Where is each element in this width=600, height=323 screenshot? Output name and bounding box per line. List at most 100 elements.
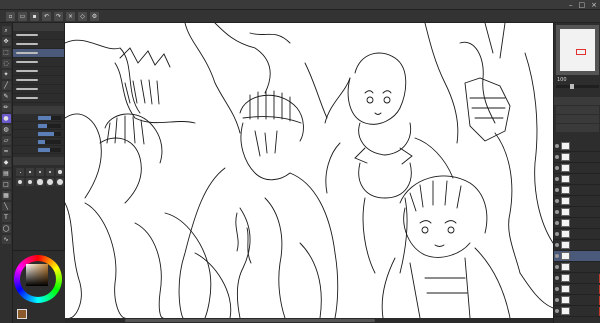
- layer-row[interactable]: [554, 141, 600, 152]
- layer-row[interactable]: [554, 163, 600, 174]
- minimize-button[interactable]: –: [569, 1, 573, 9]
- brush-size-preset[interactable]: [46, 168, 54, 176]
- navigator-viewport-frame[interactable]: [576, 49, 586, 55]
- ruler-tool-icon[interactable]: ╲: [1, 202, 11, 211]
- visibility-eye-icon[interactable]: [555, 298, 559, 302]
- blend-tool-icon[interactable]: ≈: [1, 147, 11, 156]
- undo-icon[interactable]: ↶: [42, 11, 51, 21]
- property-slider[interactable]: [38, 123, 61, 128]
- visibility-eye-icon[interactable]: [555, 232, 559, 236]
- layer-row[interactable]: [554, 262, 600, 273]
- navigator-panel[interactable]: [556, 25, 599, 75]
- property-slider[interactable]: [38, 147, 61, 152]
- eraser-tool-icon[interactable]: ▱: [1, 136, 11, 145]
- pen-tool-icon[interactable]: ✎: [1, 92, 11, 101]
- layer-row[interactable]: [554, 196, 600, 207]
- brush-size-preset[interactable]: [36, 168, 44, 176]
- pencil-tool-icon[interactable]: ✏: [1, 103, 11, 112]
- brush-item[interactable]: [13, 49, 64, 58]
- visibility-eye-icon[interactable]: [555, 144, 559, 148]
- clear-icon[interactable]: ×: [66, 11, 75, 21]
- layer-row[interactable]: [554, 251, 600, 262]
- new-file-icon[interactable]: ▫: [6, 11, 15, 21]
- layer-row[interactable]: [554, 185, 600, 196]
- brush-item[interactable]: [13, 85, 64, 94]
- layer-row[interactable]: [554, 295, 600, 306]
- brush-item[interactable]: [13, 76, 64, 85]
- zoom-level[interactable]: 100: [556, 77, 599, 83]
- brush-size-preset[interactable]: [16, 168, 24, 176]
- layer-row[interactable]: [554, 152, 600, 163]
- brush-item[interactable]: [13, 94, 64, 103]
- brush-size-preset[interactable]: [36, 178, 44, 186]
- layer-row[interactable]: [554, 240, 600, 251]
- visibility-eye-icon[interactable]: [555, 276, 559, 280]
- close-button[interactable]: ×: [591, 1, 597, 9]
- layer-row[interactable]: [554, 306, 600, 317]
- open-file-icon[interactable]: ▭: [18, 11, 27, 21]
- blend-mode-select[interactable]: [556, 106, 599, 114]
- opacity-field[interactable]: [556, 115, 599, 123]
- move-tool-icon[interactable]: ✥: [1, 37, 11, 46]
- visibility-eye-icon[interactable]: [555, 265, 559, 269]
- correct-line-tool-icon[interactable]: ∿: [1, 235, 11, 244]
- zoom-tool-icon[interactable]: ⌕: [1, 26, 11, 35]
- visibility-eye-icon[interactable]: [555, 287, 559, 291]
- property-slider[interactable]: [38, 139, 61, 144]
- visibility-eye-icon[interactable]: [555, 254, 559, 258]
- property-row[interactable]: [13, 122, 64, 130]
- lasso-tool-icon[interactable]: ◌: [1, 59, 11, 68]
- canvas-area[interactable]: [65, 23, 553, 318]
- property-row[interactable]: [13, 138, 64, 146]
- layer-row[interactable]: [554, 273, 600, 284]
- layer-row[interactable]: [554, 284, 600, 295]
- visibility-eye-icon[interactable]: [555, 243, 559, 247]
- brush-size-preset[interactable]: [56, 168, 64, 176]
- brush-item[interactable]: [13, 40, 64, 49]
- brush-size-preset[interactable]: [26, 178, 34, 186]
- brush-tool-icon[interactable]: ●: [1, 114, 11, 123]
- settings-icon[interactable]: ⚙: [90, 11, 99, 21]
- brush-item[interactable]: [13, 31, 64, 40]
- redo-icon[interactable]: ↷: [54, 11, 63, 21]
- visibility-eye-icon[interactable]: [555, 166, 559, 170]
- layer-row[interactable]: [554, 207, 600, 218]
- visibility-eye-icon[interactable]: [555, 309, 559, 313]
- layer-row[interactable]: [554, 218, 600, 229]
- airbrush-tool-icon[interactable]: ◍: [1, 125, 11, 134]
- gradient-tool-icon[interactable]: ▤: [1, 169, 11, 178]
- line-art-canvas[interactable]: [65, 23, 553, 318]
- layer-toolbar[interactable]: [556, 124, 599, 132]
- property-slider[interactable]: [38, 115, 61, 120]
- figure-tool-icon[interactable]: □: [1, 180, 11, 189]
- visibility-eye-icon[interactable]: [555, 155, 559, 159]
- layer-panel-tabs[interactable]: [554, 97, 600, 105]
- balloon-tool-icon[interactable]: ◯: [1, 224, 11, 233]
- brush-size-preset[interactable]: [26, 168, 34, 176]
- wand-tool-icon[interactable]: ✦: [1, 70, 11, 79]
- visibility-eye-icon[interactable]: [555, 188, 559, 192]
- property-row[interactable]: [13, 146, 64, 154]
- property-row[interactable]: [13, 114, 64, 122]
- select-tool-icon[interactable]: ⬚: [1, 48, 11, 57]
- text-tool-icon[interactable]: T: [1, 213, 11, 222]
- transform-icon[interactable]: ◇: [78, 11, 87, 21]
- zoom-slider[interactable]: [556, 84, 599, 89]
- main-color-swatch[interactable]: [17, 309, 27, 319]
- brush-size-preset[interactable]: [56, 178, 64, 186]
- eyedropper-tool-icon[interactable]: ╱: [1, 81, 11, 90]
- brush-item[interactable]: [13, 67, 64, 76]
- visibility-eye-icon[interactable]: [555, 221, 559, 225]
- visibility-eye-icon[interactable]: [555, 177, 559, 181]
- maximize-button[interactable]: □: [579, 1, 586, 9]
- frame-tool-icon[interactable]: ▦: [1, 191, 11, 200]
- fill-tool-icon[interactable]: ◆: [1, 158, 11, 167]
- property-row[interactable]: [13, 130, 64, 138]
- brush-size-preset[interactable]: [16, 178, 24, 186]
- brush-item[interactable]: [13, 58, 64, 67]
- brush-size-preset[interactable]: [46, 178, 54, 186]
- horizontal-scrollbar[interactable]: [65, 318, 553, 323]
- saturation-value-square[interactable]: [26, 264, 48, 286]
- property-slider[interactable]: [38, 131, 61, 136]
- visibility-eye-icon[interactable]: [555, 199, 559, 203]
